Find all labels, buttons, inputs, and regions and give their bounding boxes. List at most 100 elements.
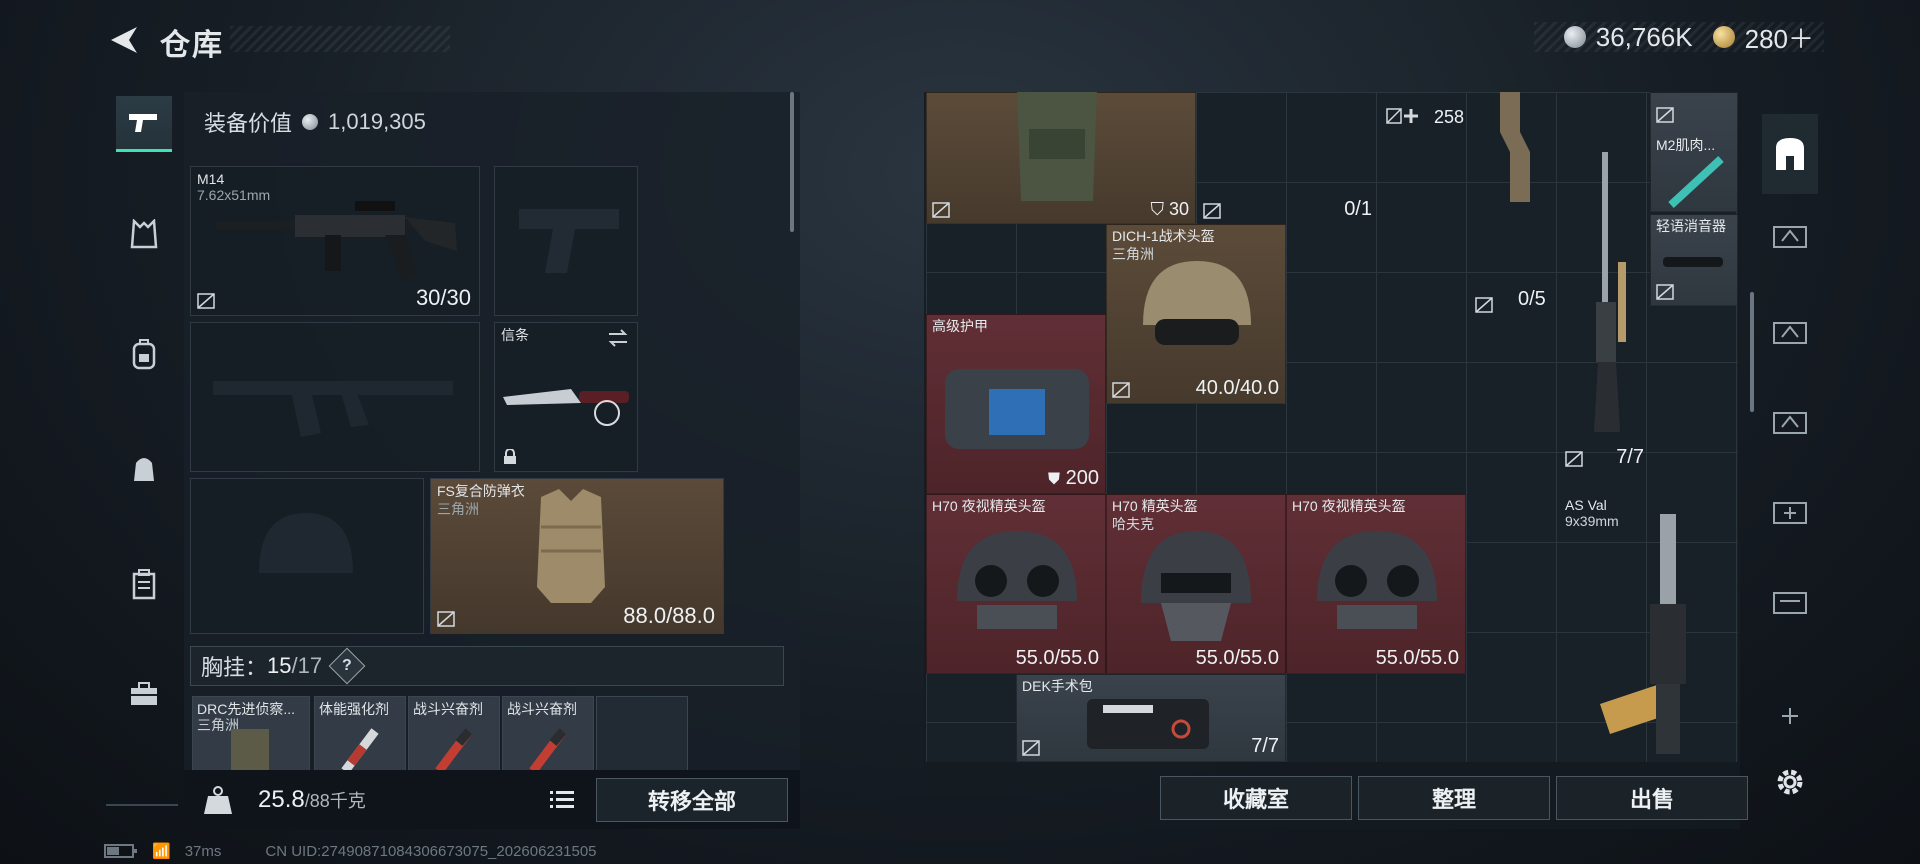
weight-current: 25.8 (258, 786, 305, 813)
lock-slash-icon (1112, 382, 1130, 398)
capacity-value: ⛉ 30 (1150, 199, 1189, 220)
knife-icon (503, 389, 629, 426)
list-view-button[interactable] (546, 784, 578, 814)
warehouse-expansion-icon (1773, 226, 1807, 248)
stash-page-4d[interactable] (1762, 572, 1818, 628)
loadout-scrollbar[interactable] (790, 92, 794, 232)
page-title: 仓库 (160, 29, 224, 62)
battery-icon (104, 844, 137, 858)
rifle-placeholder-icon (213, 381, 453, 437)
pouch-item[interactable]: 战斗兴奋剂 (502, 696, 594, 778)
stash-item-sniper[interactable] (1470, 92, 1560, 224)
settings-button[interactable] (1762, 754, 1818, 810)
stash-item-silencer[interactable]: 轻语消音器 (1650, 214, 1738, 306)
as-val-icon (1600, 514, 1686, 754)
stash-page-4[interactable] (1762, 302, 1818, 358)
equip-value-label: 装备价值 (204, 111, 293, 136)
tab-backpack[interactable] (116, 326, 172, 382)
helmet-durability: 40.0/40.0 (1195, 377, 1279, 399)
loadout-tab-rail (106, 86, 178, 806)
sidearm-slot[interactable] (494, 166, 638, 316)
pouch-name: 战斗兴奋剂 (507, 701, 577, 717)
mag-count: 7/7 (1616, 446, 1644, 468)
organize-button[interactable]: 整理 (1358, 776, 1550, 820)
pouch-item[interactable]: DRC先进侦察... 三角洲 (192, 696, 310, 778)
pouch-item[interactable]: 战斗兴奋剂 (408, 696, 500, 778)
pistol-icon (129, 113, 157, 132)
toolbox-icon (131, 682, 157, 705)
elite-helmet-icon (1141, 531, 1251, 641)
item-name: H70 夜视精英头盔 (1292, 498, 1406, 514)
stash-item-h70-nv[interactable]: H70 夜视精英头盔 55.0/55.0 (926, 494, 1106, 674)
sell-button[interactable]: 出售 (1556, 776, 1748, 820)
stash-page-main[interactable] (1762, 114, 1818, 194)
armor-points: 200 (1065, 467, 1099, 489)
melee-slot[interactable]: 信条 (494, 322, 638, 472)
stash-item-vest[interactable]: ⛉ 30 (926, 92, 1196, 224)
tab-toolbox[interactable] (116, 666, 172, 722)
helmet-durability: 55.0/55.0 (1375, 647, 1459, 669)
primary-weapon-slot[interactable]: M14 7.62x51mm 30/30 (190, 166, 480, 316)
bag-icon (134, 458, 154, 481)
silver-coin-icon (302, 114, 319, 130)
transfer-all-button[interactable]: 转移全部 (596, 778, 788, 822)
item-name: H70 夜视精英头盔 (932, 498, 1046, 514)
stash-icon (1776, 138, 1804, 170)
lock-slash-icon (1022, 740, 1040, 756)
equip-value-amount: 1,019,305 (328, 109, 426, 134)
armor-durability: 88.0/88.0 (623, 603, 715, 628)
stash-item-marksman-rifle[interactable]: 7/7 (1560, 152, 1650, 472)
stash-item-h70-elite[interactable]: H70 精英头盔 哈夫克 55.0/55.0 (1106, 494, 1286, 674)
help-button[interactable]: ? (328, 647, 366, 685)
stash-item-ammo[interactable]: 258 (1380, 92, 1470, 136)
stash-page-4b[interactable] (1762, 392, 1818, 448)
stash-item-m2[interactable]: M2肌肉... (1650, 92, 1738, 212)
warehouse-expansion-icon (1773, 322, 1807, 344)
item-name: AS Val (1565, 497, 1607, 513)
stash-actions: 收藏室 整理 出售 (1160, 776, 1748, 820)
gold-balance[interactable]: 280＋ (1745, 19, 1814, 56)
plus-icon (1782, 708, 1798, 724)
stash-item-dek-kit[interactable]: DEK手术包 7/7 (1016, 674, 1286, 762)
armor-name: FS复合防弹衣 (437, 483, 525, 499)
ammo-count: 30/30 (415, 285, 471, 310)
lock-slash-icon (1203, 203, 1221, 219)
armor-bag-icon (945, 369, 1089, 449)
stash-page-5[interactable] (1762, 206, 1818, 262)
pouch-empty[interactable] (596, 696, 688, 778)
tab-case[interactable] (116, 556, 172, 612)
item-name: M2肌肉... (1656, 137, 1716, 153)
tab-chest-rig[interactable] (116, 206, 172, 262)
body-armor-slot[interactable]: FS复合防弹衣 三角洲 88.0/88.0 (430, 478, 724, 634)
stash-item-slot[interactable] (1470, 278, 1560, 318)
rifle-icon (215, 201, 457, 279)
melee-name: 信条 (501, 327, 529, 343)
lock-slash-icon (437, 611, 455, 627)
back-button[interactable] (104, 20, 144, 60)
shield-icon: ⛊ (1048, 471, 1061, 488)
stash-page-4c[interactable] (1762, 482, 1818, 538)
collection-room-button[interactable]: 收藏室 (1160, 776, 1352, 820)
silencer-icon (1663, 257, 1723, 267)
stash-item-as-val[interactable]: AS Val 9x39mm (1560, 494, 1738, 762)
loadout-panel: 装备价值 1,019,305 M14 7.62x51mm 30/30 信条 FS… (184, 92, 800, 829)
currency-display: 36,766K 280＋ (1533, 22, 1824, 54)
stash-item-high-armor[interactable]: 高级护甲 ⛊ 200 (926, 314, 1106, 494)
stash-item-dich-helmet[interactable]: DICH-1战术头盔 三角洲 40.0/40.0 (1106, 224, 1286, 404)
stash-item-slot[interactable]: 0/1 (1198, 92, 1378, 224)
stash-page-rail (1760, 92, 1820, 829)
back-arrow-icon (111, 27, 137, 53)
pouch-item[interactable]: 体能强化剂 (314, 696, 406, 778)
tab-weapons[interactable] (116, 96, 172, 152)
secondary-weapon-slot[interactable] (190, 322, 480, 472)
gear-icon (1777, 769, 1803, 795)
swap-icon[interactable] (607, 329, 629, 347)
case-icon (132, 569, 156, 600)
pistol-placeholder-icon (519, 209, 619, 273)
add-page-button[interactable] (1762, 688, 1818, 744)
helmet-slot[interactable] (190, 478, 424, 634)
stash-item-h70-nv[interactable]: H70 夜视精英头盔 55.0/55.0 (1286, 494, 1466, 674)
backpack-icon (132, 339, 156, 370)
tab-pouch[interactable] (116, 440, 172, 496)
stash-scrollbar[interactable] (1750, 292, 1754, 412)
